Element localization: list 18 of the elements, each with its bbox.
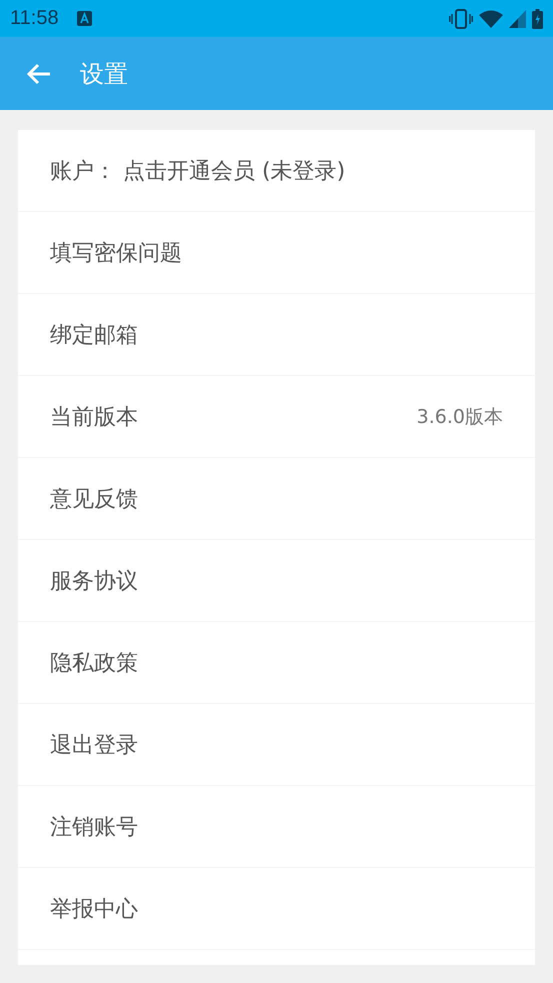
settings-item[interactable]: 当前版本 3.6.0版本 <box>18 376 535 458</box>
settings-item[interactable]: 账户： 点击开通会员 (未登录) <box>18 130 535 212</box>
settings-item[interactable]: 隐私政策 <box>18 622 535 704</box>
settings-item[interactable]: 意见反馈 <box>18 458 535 540</box>
settings-item[interactable]: 绑定邮箱 <box>18 294 535 376</box>
settings-item[interactable]: 退出登录 <box>18 704 535 786</box>
settings-item[interactable]: 举报中心 <box>18 868 535 950</box>
vibrate-icon <box>449 8 473 28</box>
notification-icon <box>76 11 92 26</box>
page-title: 设置 <box>80 58 128 90</box>
signal-icon <box>509 10 526 28</box>
settings-item[interactable]: 填写密保问题 <box>18 212 535 294</box>
settings-item[interactable]: 注销账号 <box>18 786 535 868</box>
version-value: 3.6.0版本 <box>416 404 503 430</box>
wifi-icon <box>479 10 503 28</box>
battery-icon <box>532 8 543 28</box>
status-time: 11:58 <box>10 7 59 30</box>
settings-item[interactable]: 服务协议 <box>18 540 535 622</box>
